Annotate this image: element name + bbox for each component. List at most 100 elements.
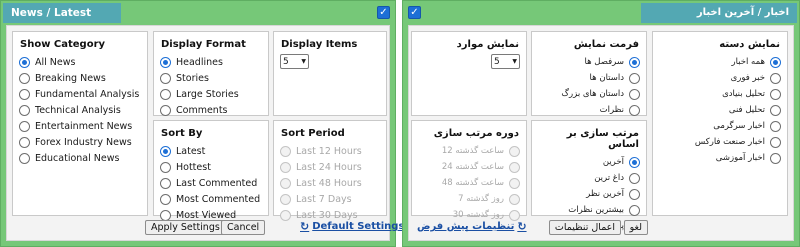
radio-button[interactable] bbox=[19, 152, 30, 164]
widget-checkbox[interactable]: ✓ bbox=[408, 6, 421, 19]
radio-option[interactable]: Last Commented bbox=[154, 175, 268, 191]
radio-button[interactable] bbox=[160, 161, 171, 173]
radio-option[interactable]: تحلیل بنیادی bbox=[653, 86, 787, 102]
radio-option[interactable]: تحلیل فنی bbox=[653, 102, 787, 118]
display-items-select[interactable]: 5 ▼ bbox=[280, 54, 309, 69]
radio-option[interactable]: Latest bbox=[154, 143, 268, 159]
radio-option[interactable]: داغ ترین bbox=[532, 170, 646, 186]
radio-button[interactable] bbox=[19, 56, 30, 68]
radio-button[interactable] bbox=[160, 104, 171, 116]
radio-button[interactable] bbox=[19, 136, 30, 148]
radio-button[interactable] bbox=[770, 72, 781, 84]
news-widget-english: News / Latest Stories ✓ Show Category Al… bbox=[0, 0, 404, 247]
default-settings-label: تنظیمات پیش فرض bbox=[417, 221, 515, 232]
radio-label: ساعت گذشته 12 bbox=[441, 146, 504, 156]
radio-label: Most Commented bbox=[176, 193, 261, 205]
radio-button bbox=[280, 177, 291, 189]
radio-option[interactable]: سرفصل ها bbox=[532, 54, 646, 70]
apply-settings-button[interactable]: Apply Settings bbox=[145, 220, 226, 235]
radio-button[interactable] bbox=[160, 88, 171, 100]
radio-option[interactable]: Fundamental Analysis bbox=[13, 86, 147, 102]
radio-label: Last Commented bbox=[176, 177, 258, 189]
radio-label: Hottest bbox=[176, 161, 211, 173]
show-category-panel: Show Category All News Breaking News Funda… bbox=[12, 31, 148, 216]
radio-option[interactable]: Forex Industry News bbox=[13, 134, 147, 150]
radio-button[interactable] bbox=[19, 88, 30, 100]
radio-option[interactable]: Technical Analysis bbox=[13, 102, 147, 118]
default-settings-link[interactable]: ↻ تنظیمات پیش فرض bbox=[417, 220, 530, 233]
radio-label: Last 48 Hours bbox=[296, 177, 362, 189]
radio-option: Last 7 Days bbox=[274, 191, 386, 207]
radio-option: ساعت گذشته 48 bbox=[412, 175, 526, 191]
radio-option[interactable]: آخرین نظر bbox=[532, 186, 646, 202]
display-items-select[interactable]: 5 ▼ bbox=[491, 54, 520, 69]
radio-option[interactable]: Comments bbox=[154, 102, 268, 118]
radio-button[interactable] bbox=[629, 188, 640, 200]
radio-button[interactable] bbox=[160, 193, 171, 205]
radio-label: همه اخبار bbox=[731, 57, 765, 67]
radio-label: Educational News bbox=[35, 152, 120, 164]
radio-button[interactable] bbox=[629, 172, 640, 184]
check-icon: ✓ bbox=[379, 7, 388, 18]
radio-button[interactable] bbox=[160, 177, 171, 189]
radio-button[interactable] bbox=[629, 88, 640, 100]
radio-button bbox=[509, 177, 520, 189]
widget-checkbox[interactable]: ✓ bbox=[377, 6, 390, 19]
settings-footer: لغو اعمال تنظیمات ↻ تنظیمات پیش فرض bbox=[409, 216, 793, 240]
radio-option[interactable]: Most Commented bbox=[154, 191, 268, 207]
radio-button[interactable] bbox=[770, 152, 781, 164]
radio-option[interactable]: نظرات bbox=[532, 102, 646, 118]
cancel-button[interactable]: Cancel bbox=[221, 220, 266, 235]
radio-button[interactable] bbox=[160, 72, 171, 84]
radio-option[interactable]: اخبار صنعت فارکس bbox=[653, 134, 787, 150]
default-settings-link[interactable]: ↻ Default Settings bbox=[297, 220, 404, 233]
radio-button[interactable] bbox=[770, 104, 781, 116]
sort-period-title: دوره مرتب سازی bbox=[433, 128, 519, 139]
radio-button[interactable] bbox=[19, 104, 30, 116]
radio-button[interactable] bbox=[19, 72, 30, 84]
radio-button[interactable] bbox=[19, 120, 30, 132]
radio-option[interactable]: All News bbox=[13, 54, 147, 70]
radio-button[interactable] bbox=[770, 56, 781, 68]
radio-button[interactable] bbox=[770, 120, 781, 132]
radio-option[interactable]: داستان ها bbox=[532, 70, 646, 86]
radio-option[interactable]: Large Stories bbox=[154, 86, 268, 102]
radio-label: ساعت گذشته 48 bbox=[441, 178, 504, 188]
radio-button[interactable] bbox=[629, 56, 640, 68]
display-format-options: Headlines Stories Large Stories Comments bbox=[154, 54, 268, 118]
radio-option[interactable]: Stories bbox=[154, 70, 268, 86]
radio-button[interactable] bbox=[629, 72, 640, 84]
radio-option[interactable]: آخرین bbox=[532, 154, 646, 170]
show-category-title: نمایش دسته bbox=[719, 39, 780, 50]
settings-footer: Apply Settings Cancel ↻ Default Settings bbox=[7, 216, 404, 240]
sort-period-panel: دوره مرتب سازی ساعت گذشته 12 ساعت گذشته 2… bbox=[411, 120, 527, 221]
radio-button[interactable] bbox=[629, 204, 640, 216]
radio-button[interactable] bbox=[629, 156, 640, 168]
radio-option: Last 48 Hours bbox=[274, 175, 386, 191]
radio-option[interactable]: Hottest bbox=[154, 159, 268, 175]
radio-button[interactable] bbox=[629, 104, 640, 116]
radio-option[interactable]: داستان های بزرگ bbox=[532, 86, 646, 102]
radio-label: تحلیل فنی bbox=[728, 105, 765, 115]
settings-body: Show Category All News Breaking News Funda… bbox=[6, 25, 404, 241]
apply-settings-button[interactable]: اعمال تنظیمات bbox=[548, 220, 621, 235]
radio-button[interactable] bbox=[770, 136, 781, 148]
radio-button[interactable] bbox=[770, 88, 781, 100]
radio-button[interactable] bbox=[160, 56, 171, 68]
radio-option[interactable]: Breaking News bbox=[13, 70, 147, 86]
radio-label: All News bbox=[35, 56, 76, 68]
radio-option[interactable]: خبر فوری bbox=[653, 70, 787, 86]
sort-by-title: مرتب سازی بر اساس bbox=[566, 128, 639, 150]
radio-option[interactable]: Entertainment News bbox=[13, 118, 147, 134]
cancel-button[interactable]: لغو bbox=[623, 220, 648, 235]
radio-label: خبر فوری bbox=[730, 73, 765, 83]
news-widget-persian: اخبار / آخرین اخبار ✓ نمایش دسته همه اخب… bbox=[402, 0, 800, 247]
radio-button[interactable] bbox=[160, 145, 171, 157]
radio-option[interactable]: اخبار سرگرمی bbox=[653, 118, 787, 134]
radio-option[interactable]: اخبار آموزشی bbox=[653, 150, 787, 166]
radio-option[interactable]: Educational News bbox=[13, 150, 147, 166]
radio-option[interactable]: همه اخبار bbox=[653, 54, 787, 70]
radio-label: تحلیل بنیادی bbox=[722, 89, 765, 99]
widget-title: اخبار / آخرین اخبار bbox=[641, 3, 797, 23]
radio-option[interactable]: Headlines bbox=[154, 54, 268, 70]
